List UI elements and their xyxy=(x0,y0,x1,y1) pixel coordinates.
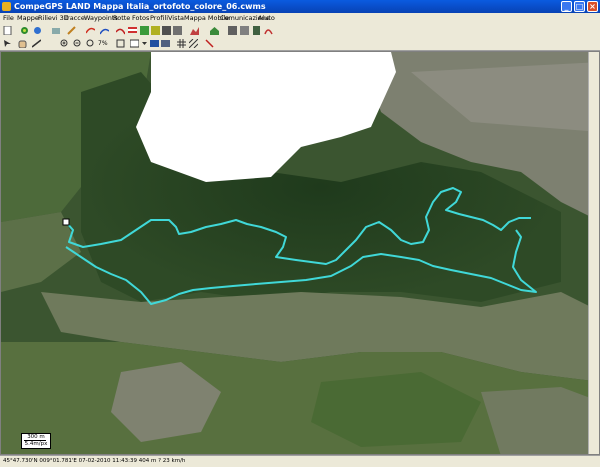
waypoint-icon[interactable] xyxy=(33,26,42,35)
grid-lines-icon[interactable] xyxy=(177,39,186,48)
vertical-scrollbar[interactable] xyxy=(588,52,599,454)
app-window: CompeGPS LAND Mappa Italia_ortofoto_colo… xyxy=(0,0,600,467)
map-yellow-icon[interactable] xyxy=(151,26,160,35)
menu-file[interactable]: File xyxy=(3,13,14,24)
menu-bar: File Mappe Rilievi 3D Tracce Waypoints R… xyxy=(0,13,600,24)
map-toolbar: 7% xyxy=(0,37,600,51)
window-title: CompeGPS LAND Mappa Italia_ortofoto_colo… xyxy=(14,2,266,11)
app-icon xyxy=(2,2,11,11)
town-south-east xyxy=(481,387,599,454)
map-green-icon[interactable] xyxy=(140,26,149,35)
pointer-icon[interactable] xyxy=(3,39,12,48)
connect-icon[interactable] xyxy=(264,26,273,35)
zoom-fit-icon[interactable] xyxy=(86,39,95,48)
new-icon[interactable] xyxy=(3,26,12,35)
orthophoto-map[interactable] xyxy=(1,52,600,455)
hand-icon[interactable] xyxy=(18,39,27,48)
zoom-level: 7% xyxy=(98,40,108,47)
map-view[interactable]: 300 m 5.4m/px xyxy=(0,51,600,455)
minimize-button[interactable]: _ xyxy=(561,1,572,12)
menu-profili[interactable]: Profili xyxy=(150,13,168,24)
map-dark-icon[interactable] xyxy=(162,26,171,35)
grid-icon[interactable] xyxy=(228,26,237,35)
title-bar[interactable]: CompeGPS LAND Mappa Italia_ortofoto_colo… xyxy=(0,0,600,13)
main-toolbar xyxy=(0,24,600,37)
close-button[interactable]: × xyxy=(587,1,598,12)
panel-alt-icon[interactable] xyxy=(161,39,170,48)
status-text: 45°47.730'N 009°01.781'E 07-02-2010 11:4… xyxy=(3,458,186,464)
track-start-marker[interactable] xyxy=(62,218,70,226)
track-red-icon[interactable] xyxy=(116,26,125,35)
menu-vista[interactable]: Vista xyxy=(168,13,184,24)
window-icon[interactable] xyxy=(130,39,139,48)
tiles-icon[interactable] xyxy=(240,26,249,35)
layers-icon[interactable] xyxy=(52,26,61,35)
draw-track-icon[interactable] xyxy=(205,39,214,48)
maximize-button[interactable]: □ xyxy=(574,1,585,12)
flag-icon[interactable] xyxy=(128,26,137,35)
hatch-icon[interactable] xyxy=(189,39,198,48)
map-grey-icon[interactable] xyxy=(173,26,182,35)
zoom-out-icon[interactable] xyxy=(73,39,82,48)
route-icon[interactable] xyxy=(100,26,109,35)
edit-icon[interactable] xyxy=(67,26,76,35)
menu-tracce[interactable]: Tracce xyxy=(64,13,85,24)
device-icon[interactable] xyxy=(252,26,261,35)
window-controls: _ □ × xyxy=(561,1,598,12)
panel-icon[interactable] xyxy=(150,39,159,48)
frame-icon[interactable] xyxy=(116,39,125,48)
menu-fotos[interactable]: Fotos xyxy=(132,13,149,24)
scale-bar: 300 m 5.4m/px xyxy=(21,433,51,449)
home-icon[interactable] xyxy=(210,26,219,35)
menu-aiuto[interactable]: Aiuto xyxy=(258,13,275,24)
status-bar: 45°47.730'N 009°01.781'E 07-02-2010 11:4… xyxy=(0,455,600,467)
chevron-down-icon[interactable] xyxy=(140,39,149,48)
menu-rotte[interactable]: Rotte xyxy=(113,13,130,24)
scale-sub: 5.4m/px xyxy=(24,441,48,447)
menu-mappe[interactable]: Mappe xyxy=(17,13,39,24)
profile-icon[interactable] xyxy=(190,26,199,35)
track-icon[interactable] xyxy=(86,26,95,35)
zoom-in-icon[interactable] xyxy=(60,39,69,48)
gps-icon[interactable] xyxy=(20,26,29,35)
measure-icon[interactable] xyxy=(32,39,41,48)
